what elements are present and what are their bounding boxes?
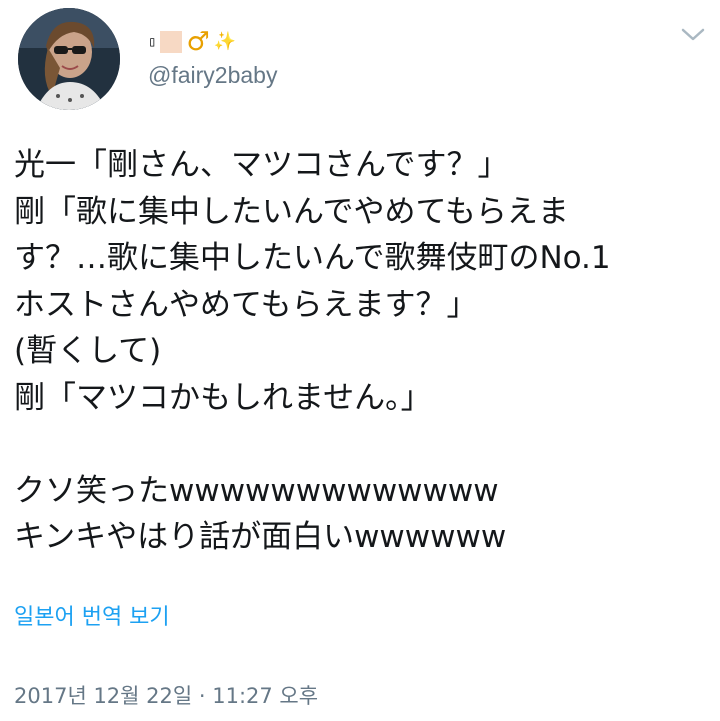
tweet-line: (暫くして)	[14, 333, 162, 369]
timestamp[interactable]: 2017년 12월 22일 · 11:27 오후	[14, 680, 318, 710]
avatar-image	[18, 8, 120, 110]
avatar[interactable]	[18, 8, 120, 110]
tweet-line	[14, 421, 714, 468]
skin-tone-square	[160, 31, 183, 53]
translate-link[interactable]: 일본어 번역 보기	[14, 599, 170, 631]
sparkle-icon: ✨	[213, 31, 237, 52]
tweet-line: キンキやはり話が面白いwwwwww	[14, 519, 507, 555]
tweet-line: 剛「マツコかもしれません。」	[14, 379, 432, 416]
tweet-text: 光一「剛さん、マツコさんです？」 剛「歌に集中したいんでやめてもらえま す？…歌…	[14, 142, 714, 561]
user-handle[interactable]: @fairy2baby	[148, 62, 277, 89]
tweet-card: ▯ ♂ ✨ @fairy2baby 光一「剛さん、マツコさんです？」 剛「歌に集…	[0, 0, 720, 721]
tweet-line: す？…歌に集中したいんで歌舞伎町のNo.1	[14, 240, 611, 276]
male-sign-icon: ♂	[186, 27, 210, 57]
display-name[interactable]: ▯ ♂ ✨	[148, 28, 236, 56]
name-glyph: ▯	[148, 34, 157, 50]
tweet-line: 剛「歌に集中したいんでやめてもらえま	[14, 193, 569, 230]
chevron-down-icon[interactable]	[678, 22, 708, 46]
tweet-line: ホストさんやめてもらえます？」	[14, 286, 478, 323]
tweet-line: 光一「剛さん、マツコさんです？」	[14, 147, 509, 183]
tweet-line: クソ笑ったwwwwwwwwwwwww	[14, 472, 499, 509]
